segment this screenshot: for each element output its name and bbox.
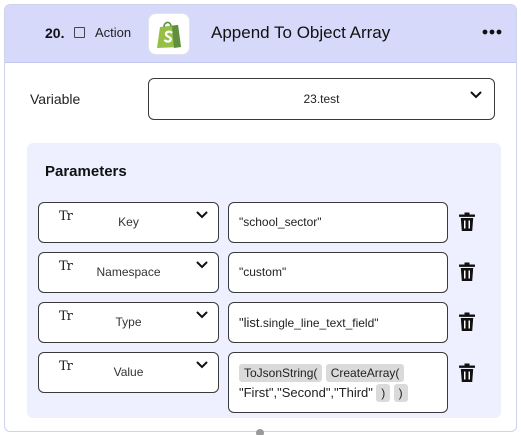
flow-connector-handle[interactable] (256, 429, 264, 435)
delete-parameter-button[interactable] (456, 361, 478, 383)
variable-label: Variable (30, 91, 81, 107)
param-key-label: Namespace (96, 265, 161, 279)
chevron-down-icon (196, 311, 208, 319)
variable-select[interactable]: 23.test (148, 78, 495, 120)
trash-icon (459, 312, 475, 331)
param-value-text: "custom" (239, 265, 287, 279)
param-key-select[interactable]: Tr Namespace (38, 252, 219, 293)
function-chip[interactable]: ToJsonString( (239, 364, 323, 382)
param-key-select[interactable]: Tr Value (38, 352, 219, 393)
variable-select-value: 23.test (303, 92, 340, 106)
param-key-label: Key (118, 215, 139, 229)
step-title: Append To Object Array (211, 23, 391, 42)
delete-parameter-button[interactable] (456, 260, 478, 282)
param-value-text: "school_sector" (239, 215, 322, 229)
trash-icon (459, 363, 475, 382)
function-close-chip[interactable]: ) (393, 384, 408, 402)
param-value-expression-input[interactable]: ToJsonString( CreateArray( "First","Seco… (228, 352, 448, 413)
trash-icon (459, 262, 475, 281)
parameters-panel: Parameters Tr Key "school_sector" Tr Nam… (27, 143, 501, 418)
param-value-text-strong: "list (239, 315, 260, 330)
chevron-down-icon (196, 361, 208, 369)
param-key-label: Type (115, 315, 142, 329)
trash-icon (459, 212, 475, 231)
parameters-title: Parameters (45, 163, 127, 180)
shopify-bag-icon (148, 13, 190, 55)
param-value-input[interactable]: "list.single_line_text_field" (228, 302, 448, 343)
step-number: 20. (45, 25, 65, 41)
param-key-select[interactable]: Tr Key (38, 202, 219, 243)
more-dots-icon (482, 29, 502, 35)
param-value-input[interactable]: "custom" (228, 252, 448, 293)
function-close-chip[interactable]: ) (376, 384, 391, 402)
chevron-down-icon (196, 261, 208, 269)
param-key-select[interactable]: Tr Type (38, 302, 219, 343)
delete-parameter-button[interactable] (456, 210, 478, 232)
step-kind-label: Action (95, 25, 132, 40)
param-value-text: .single_line_text_field" (259, 316, 379, 330)
function-chip[interactable]: CreateArray( (325, 364, 405, 382)
more-options-button[interactable] (479, 19, 505, 45)
expression-args: "First","Second","Third" (239, 385, 373, 400)
chevron-down-icon (196, 211, 208, 219)
param-key-label: Value (113, 365, 144, 379)
step-header[interactable]: 20. Action Append To Object Array (5, 5, 516, 63)
step-select-checkbox[interactable] (74, 27, 85, 38)
delete-parameter-button[interactable] (456, 310, 478, 332)
param-value-input[interactable]: "school_sector" (228, 202, 448, 243)
chevron-down-icon (470, 91, 482, 99)
action-step-card: 20. Action Append To Object Array Variab… (4, 4, 517, 432)
